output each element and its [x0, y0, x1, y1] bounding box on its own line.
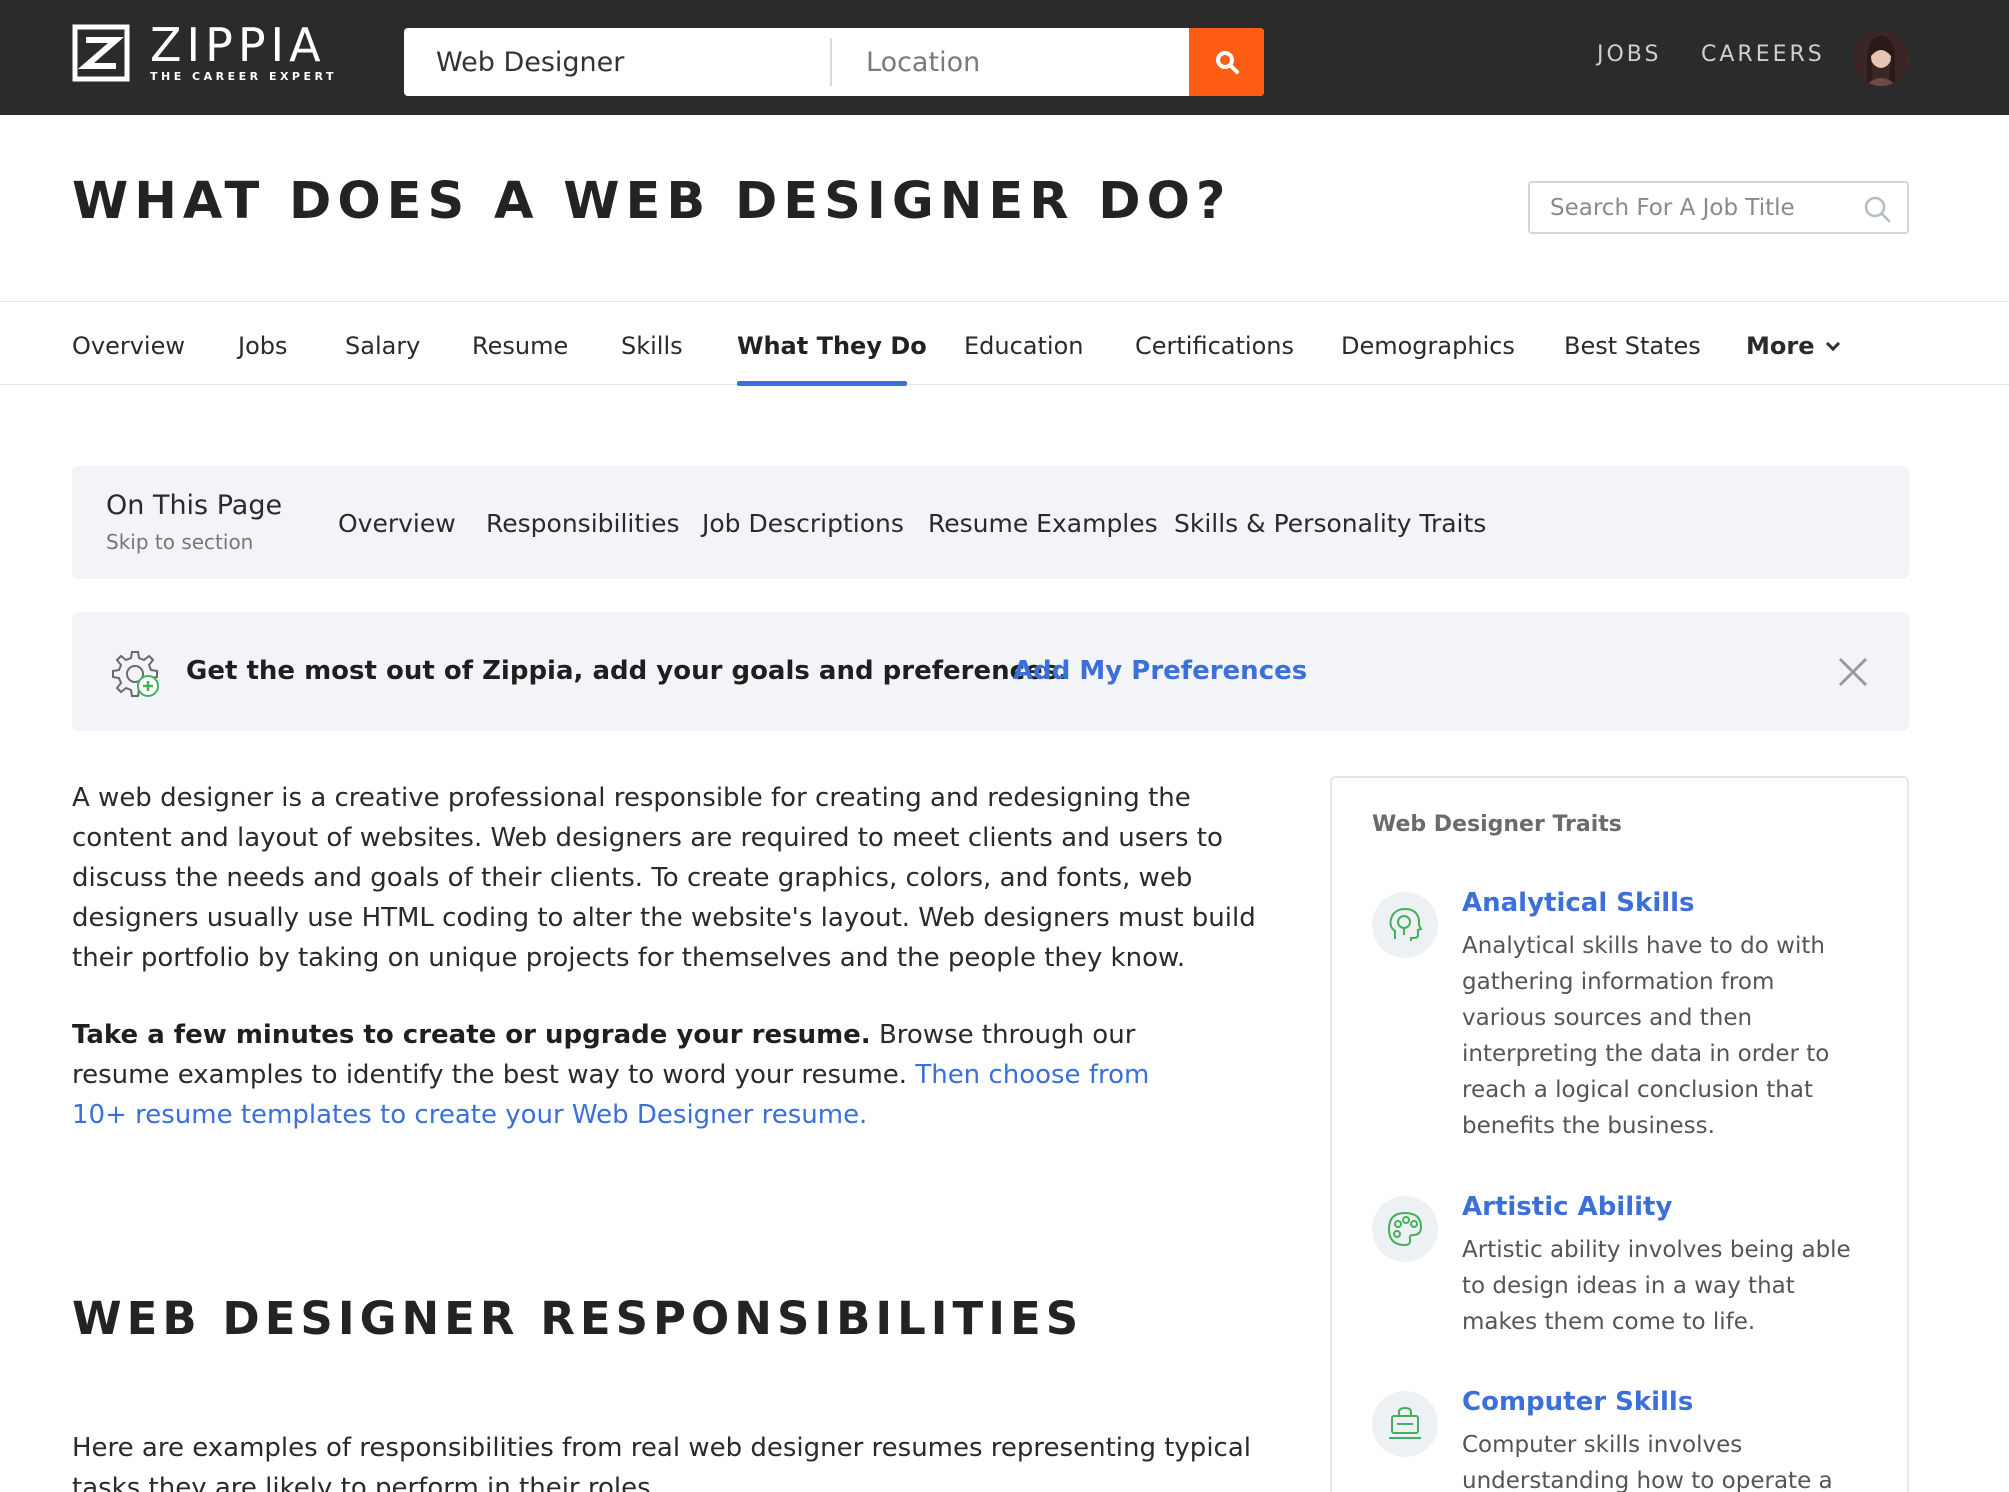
on-this-page-title: On This Page — [106, 490, 283, 521]
jump-link-job-descriptions[interactable]: Job Descriptions — [702, 509, 904, 538]
tab-salary[interactable]: Salary — [345, 332, 420, 360]
trait-description: Analytical skills have to do with gather… — [1462, 933, 1830, 1139]
resume-cta-bold: Take a few minutes to create or upgrade … — [72, 1020, 871, 1050]
add-preferences-link[interactable]: Add My Preferences — [1013, 656, 1307, 686]
preferences-banner: Get the most out of Zippia, add your goa… — [72, 612, 1909, 731]
job-title-search — [1528, 181, 1909, 234]
jump-link-overview[interactable]: Overview — [338, 509, 456, 538]
tab-more[interactable]: More — [1746, 332, 1841, 360]
analytical-skills-icon — [1372, 892, 1438, 958]
trait-name[interactable]: Artistic Ability — [1462, 1192, 1672, 1222]
trait-name[interactable]: Computer Skills — [1462, 1387, 1693, 1417]
logo-name: ZIPPIA — [150, 18, 326, 72]
jump-link-responsibilities[interactable]: Responsibilities — [486, 509, 680, 538]
page-title: WHAT DOES A WEB DESIGNER DO? — [72, 172, 1232, 231]
tab-more-label: More — [1746, 332, 1815, 360]
computer-skills-icon — [1372, 1391, 1438, 1457]
search-icon — [1215, 51, 1239, 74]
nav-jobs-link[interactable]: JOBS — [1597, 42, 1661, 67]
trait-description: Artistic ability involves being able to … — [1462, 1237, 1851, 1335]
tab-education[interactable]: Education — [964, 332, 1083, 360]
tab-jobs[interactable]: Jobs — [238, 332, 288, 360]
zippia-logo[interactable]: ZIPPIA THE CAREER EXPERT — [72, 22, 337, 84]
user-avatar-image-icon — [1853, 30, 1909, 86]
tab-demographics[interactable]: Demographics — [1341, 332, 1515, 360]
location-search-input[interactable] — [832, 28, 1189, 96]
trait-description: Computer skills involves understanding h… — [1462, 1432, 1833, 1492]
close-icon[interactable] — [1837, 656, 1869, 688]
tab-best-states[interactable]: Best States — [1564, 332, 1701, 360]
traits-card-title: Web Designer Traits — [1372, 812, 1622, 837]
resume-cta-paragraph: Take a few minutes to create or upgrade … — [72, 1015, 1152, 1135]
on-this-page-subtitle: Skip to section — [106, 530, 254, 554]
gear-plus-icon — [112, 651, 159, 697]
zippia-logo-mark-icon — [72, 24, 130, 82]
responsibilities-heading: WEB DESIGNER RESPONSIBILITIES — [72, 1292, 1084, 1345]
tab-overview[interactable]: Overview — [72, 332, 185, 360]
keyword-search-input[interactable] — [404, 38, 832, 86]
artistic-ability-icon — [1372, 1196, 1438, 1262]
traits-card: Web Designer Traits Analytical Skills An… — [1330, 776, 1909, 1492]
nav-careers-link[interactable]: CAREERS — [1701, 42, 1825, 67]
job-title-search-input[interactable] — [1550, 194, 1870, 221]
top-header: ZIPPIA THE CAREER EXPERT JOBS CAREERS — [0, 0, 2009, 115]
responsibilities-intro: Here are examples of responsibilities fr… — [72, 1433, 1251, 1492]
search-icon[interactable] — [1863, 195, 1891, 223]
jump-link-skills-traits[interactable]: Skills & Personality Traits — [1174, 509, 1486, 538]
overview-paragraph: A web designer is a creative professiona… — [72, 783, 1256, 973]
job-search-bar — [404, 28, 1264, 96]
section-tabs: Overview Jobs Salary Resume Skills What … — [0, 301, 2009, 386]
preferences-message: Get the most out of Zippia, add your goa… — [186, 656, 1069, 686]
jump-link-resume-examples[interactable]: Resume Examples — [928, 509, 1158, 538]
user-avatar[interactable] — [1853, 30, 1909, 86]
tab-certifications[interactable]: Certifications — [1135, 332, 1294, 360]
trait-name[interactable]: Analytical Skills — [1462, 888, 1695, 918]
active-tab-indicator — [737, 381, 907, 386]
tab-skills[interactable]: Skills — [621, 332, 683, 360]
search-button[interactable] — [1189, 28, 1264, 96]
on-this-page-nav: On This Page Skip to section Overview Re… — [72, 466, 1909, 579]
tab-what-they-do[interactable]: What They Do — [737, 332, 927, 360]
logo-tagline: THE CAREER EXPERT — [150, 70, 337, 83]
tab-resume[interactable]: Resume — [472, 332, 568, 360]
chevron-down-icon — [1826, 336, 1841, 352]
